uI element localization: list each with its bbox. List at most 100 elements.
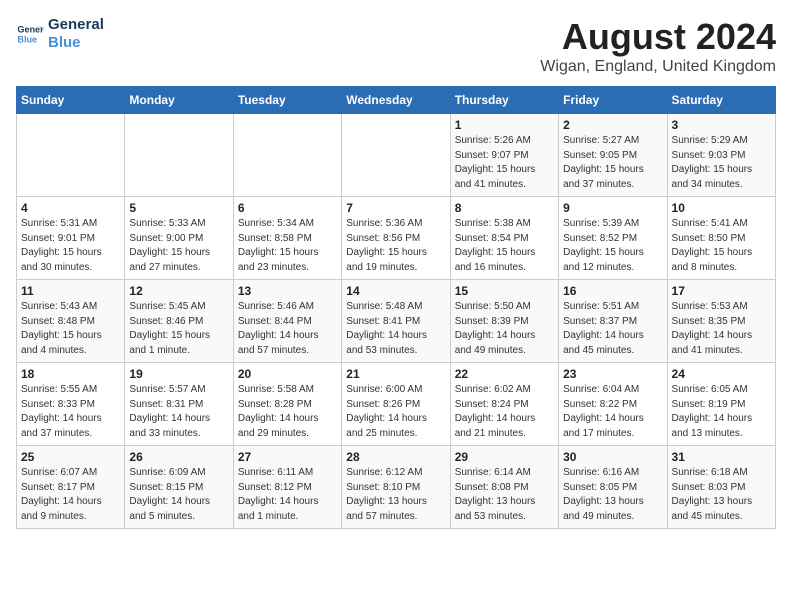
day-info: Sunrise: 5:50 AM Sunset: 8:39 PM Dayligh… (455, 300, 554, 358)
day-info: Sunrise: 5:41 AM Sunset: 8:50 PM Dayligh… (672, 217, 771, 275)
calendar-cell: 16 Sunrise: 5:51 AM Sunset: 8:37 PM Dayli… (559, 280, 667, 363)
calendar-cell: 15 Sunrise: 5:50 AM Sunset: 8:39 PM Dayli… (450, 280, 558, 363)
calendar-cell: 27 Sunrise: 6:11 AM Sunset: 8:12 PM Dayli… (233, 446, 341, 529)
day-info: Sunrise: 6:14 AM Sunset: 8:08 PM Dayligh… (455, 466, 554, 524)
calendar-week-5: 25 Sunrise: 6:07 AM Sunset: 8:17 PM Dayli… (17, 446, 776, 529)
day-number: 19 (129, 367, 228, 381)
day-info: Sunrise: 5:46 AM Sunset: 8:44 PM Dayligh… (238, 300, 337, 358)
day-number: 25 (21, 450, 120, 464)
weekday-header-thursday: Thursday (450, 87, 558, 114)
day-number: 31 (672, 450, 771, 464)
weekday-header-sunday: Sunday (17, 87, 125, 114)
svg-text:General: General (17, 25, 44, 35)
calendar-title: August 2024 (540, 16, 776, 58)
day-info: Sunrise: 6:11 AM Sunset: 8:12 PM Dayligh… (238, 466, 337, 524)
calendar-cell: 24 Sunrise: 6:05 AM Sunset: 8:19 PM Dayli… (667, 363, 775, 446)
day-number: 5 (129, 201, 228, 215)
logo: General Blue General Blue (16, 16, 104, 52)
calendar-cell: 9Sunrise: 5:39 AM Sunset: 8:52 PM Daylig… (559, 197, 667, 280)
calendar-cell: 3 Sunrise: 5:29 AM Sunset: 9:03 PM Daylig… (667, 114, 775, 197)
logo-text-general: General (48, 16, 104, 34)
weekday-header-wednesday: Wednesday (342, 87, 450, 114)
day-number: 18 (21, 367, 120, 381)
calendar-cell: 7Sunrise: 5:36 AM Sunset: 8:56 PM Daylig… (342, 197, 450, 280)
day-info: Sunrise: 5:58 AM Sunset: 8:28 PM Dayligh… (238, 383, 337, 441)
day-number: 20 (238, 367, 337, 381)
day-info: Sunrise: 5:43 AM Sunset: 8:48 PM Dayligh… (21, 300, 120, 358)
day-number: 3 (672, 118, 771, 132)
day-info: Sunrise: 6:18 AM Sunset: 8:03 PM Dayligh… (672, 466, 771, 524)
logo-text-blue: Blue (48, 34, 104, 52)
day-number: 15 (455, 284, 554, 298)
day-number: 8 (455, 201, 554, 215)
calendar-cell: 29Sunrise: 6:14 AM Sunset: 8:08 PM Dayli… (450, 446, 558, 529)
day-info: Sunrise: 6:12 AM Sunset: 8:10 PM Dayligh… (346, 466, 445, 524)
calendar-cell (342, 114, 450, 197)
day-info: Sunrise: 5:51 AM Sunset: 8:37 PM Dayligh… (563, 300, 662, 358)
day-number: 10 (672, 201, 771, 215)
calendar-table: SundayMondayTuesdayWednesdayThursdayFrid… (16, 86, 776, 529)
day-number: 1 (455, 118, 554, 132)
calendar-cell: 19 Sunrise: 5:57 AM Sunset: 8:31 PM Dayli… (125, 363, 233, 446)
day-number: 27 (238, 450, 337, 464)
calendar-cell: 4 Sunrise: 5:31 AM Sunset: 9:01 PM Daylig… (17, 197, 125, 280)
day-number: 13 (238, 284, 337, 298)
logo-icon: General Blue (16, 20, 44, 48)
day-number: 16 (563, 284, 662, 298)
title-block: August 2024 Wigan, England, United Kingd… (540, 16, 776, 76)
calendar-cell: 26Sunrise: 6:09 AM Sunset: 8:15 PM Dayli… (125, 446, 233, 529)
day-number: 24 (672, 367, 771, 381)
day-info: Sunrise: 5:34 AM Sunset: 8:58 PM Dayligh… (238, 217, 337, 275)
day-info: Sunrise: 5:33 AM Sunset: 9:00 PM Dayligh… (129, 217, 228, 275)
calendar-week-1: 1 Sunrise: 5:26 AM Sunset: 9:07 PM Daylig… (17, 114, 776, 197)
calendar-week-2: 4 Sunrise: 5:31 AM Sunset: 9:01 PM Daylig… (17, 197, 776, 280)
calendar-cell: 20 Sunrise: 5:58 AM Sunset: 8:28 PM Dayli… (233, 363, 341, 446)
calendar-cell: 28 Sunrise: 6:12 AM Sunset: 8:10 PM Dayli… (342, 446, 450, 529)
calendar-cell (17, 114, 125, 197)
day-number: 28 (346, 450, 445, 464)
weekday-header-row: SundayMondayTuesdayWednesdayThursdayFrid… (17, 87, 776, 114)
calendar-cell: 23 Sunrise: 6:04 AM Sunset: 8:22 PM Dayli… (559, 363, 667, 446)
calendar-cell: 17 Sunrise: 5:53 AM Sunset: 8:35 PM Dayli… (667, 280, 775, 363)
day-info: Sunrise: 6:07 AM Sunset: 8:17 PM Dayligh… (21, 466, 120, 524)
day-number: 17 (672, 284, 771, 298)
calendar-cell: 11 Sunrise: 5:43 AM Sunset: 8:48 PM Dayli… (17, 280, 125, 363)
calendar-cell: 8 Sunrise: 5:38 AM Sunset: 8:54 PM Daylig… (450, 197, 558, 280)
calendar-week-4: 18Sunrise: 5:55 AM Sunset: 8:33 PM Dayli… (17, 363, 776, 446)
calendar-cell: 10 Sunrise: 5:41 AM Sunset: 8:50 PM Dayli… (667, 197, 775, 280)
day-info: Sunrise: 5:57 AM Sunset: 8:31 PM Dayligh… (129, 383, 228, 441)
svg-text:Blue: Blue (17, 34, 37, 44)
day-info: Sunrise: 5:31 AM Sunset: 9:01 PM Dayligh… (21, 217, 120, 275)
day-number: 22 (455, 367, 554, 381)
calendar-cell: 13 Sunrise: 5:46 AM Sunset: 8:44 PM Dayli… (233, 280, 341, 363)
day-number: 21 (346, 367, 445, 381)
calendar-cell: 5 Sunrise: 5:33 AM Sunset: 9:00 PM Daylig… (125, 197, 233, 280)
day-number: 30 (563, 450, 662, 464)
day-info: Sunrise: 6:04 AM Sunset: 8:22 PM Dayligh… (563, 383, 662, 441)
calendar-cell: 6Sunrise: 5:34 AM Sunset: 8:58 PM Daylig… (233, 197, 341, 280)
weekday-header-monday: Monday (125, 87, 233, 114)
day-info: Sunrise: 5:29 AM Sunset: 9:03 PM Dayligh… (672, 134, 771, 192)
day-number: 12 (129, 284, 228, 298)
weekday-header-friday: Friday (559, 87, 667, 114)
calendar-cell: 21Sunrise: 6:00 AM Sunset: 8:26 PM Dayli… (342, 363, 450, 446)
day-number: 2 (563, 118, 662, 132)
day-info: Sunrise: 5:53 AM Sunset: 8:35 PM Dayligh… (672, 300, 771, 358)
day-info: Sunrise: 5:27 AM Sunset: 9:05 PM Dayligh… (563, 134, 662, 192)
day-number: 4 (21, 201, 120, 215)
calendar-week-3: 11 Sunrise: 5:43 AM Sunset: 8:48 PM Dayli… (17, 280, 776, 363)
calendar-cell: 2 Sunrise: 5:27 AM Sunset: 9:05 PM Daylig… (559, 114, 667, 197)
day-info: Sunrise: 6:09 AM Sunset: 8:15 PM Dayligh… (129, 466, 228, 524)
day-number: 14 (346, 284, 445, 298)
calendar-cell (125, 114, 233, 197)
day-info: Sunrise: 5:26 AM Sunset: 9:07 PM Dayligh… (455, 134, 554, 192)
day-info: Sunrise: 6:05 AM Sunset: 8:19 PM Dayligh… (672, 383, 771, 441)
day-number: 11 (21, 284, 120, 298)
page-header: General Blue General Blue August 2024 Wi… (16, 16, 776, 76)
day-info: Sunrise: 5:38 AM Sunset: 8:54 PM Dayligh… (455, 217, 554, 275)
calendar-cell: 14 Sunrise: 5:48 AM Sunset: 8:41 PM Dayli… (342, 280, 450, 363)
calendar-cell: 30Sunrise: 6:16 AM Sunset: 8:05 PM Dayli… (559, 446, 667, 529)
day-number: 23 (563, 367, 662, 381)
day-info: Sunrise: 5:48 AM Sunset: 8:41 PM Dayligh… (346, 300, 445, 358)
calendar-cell (233, 114, 341, 197)
